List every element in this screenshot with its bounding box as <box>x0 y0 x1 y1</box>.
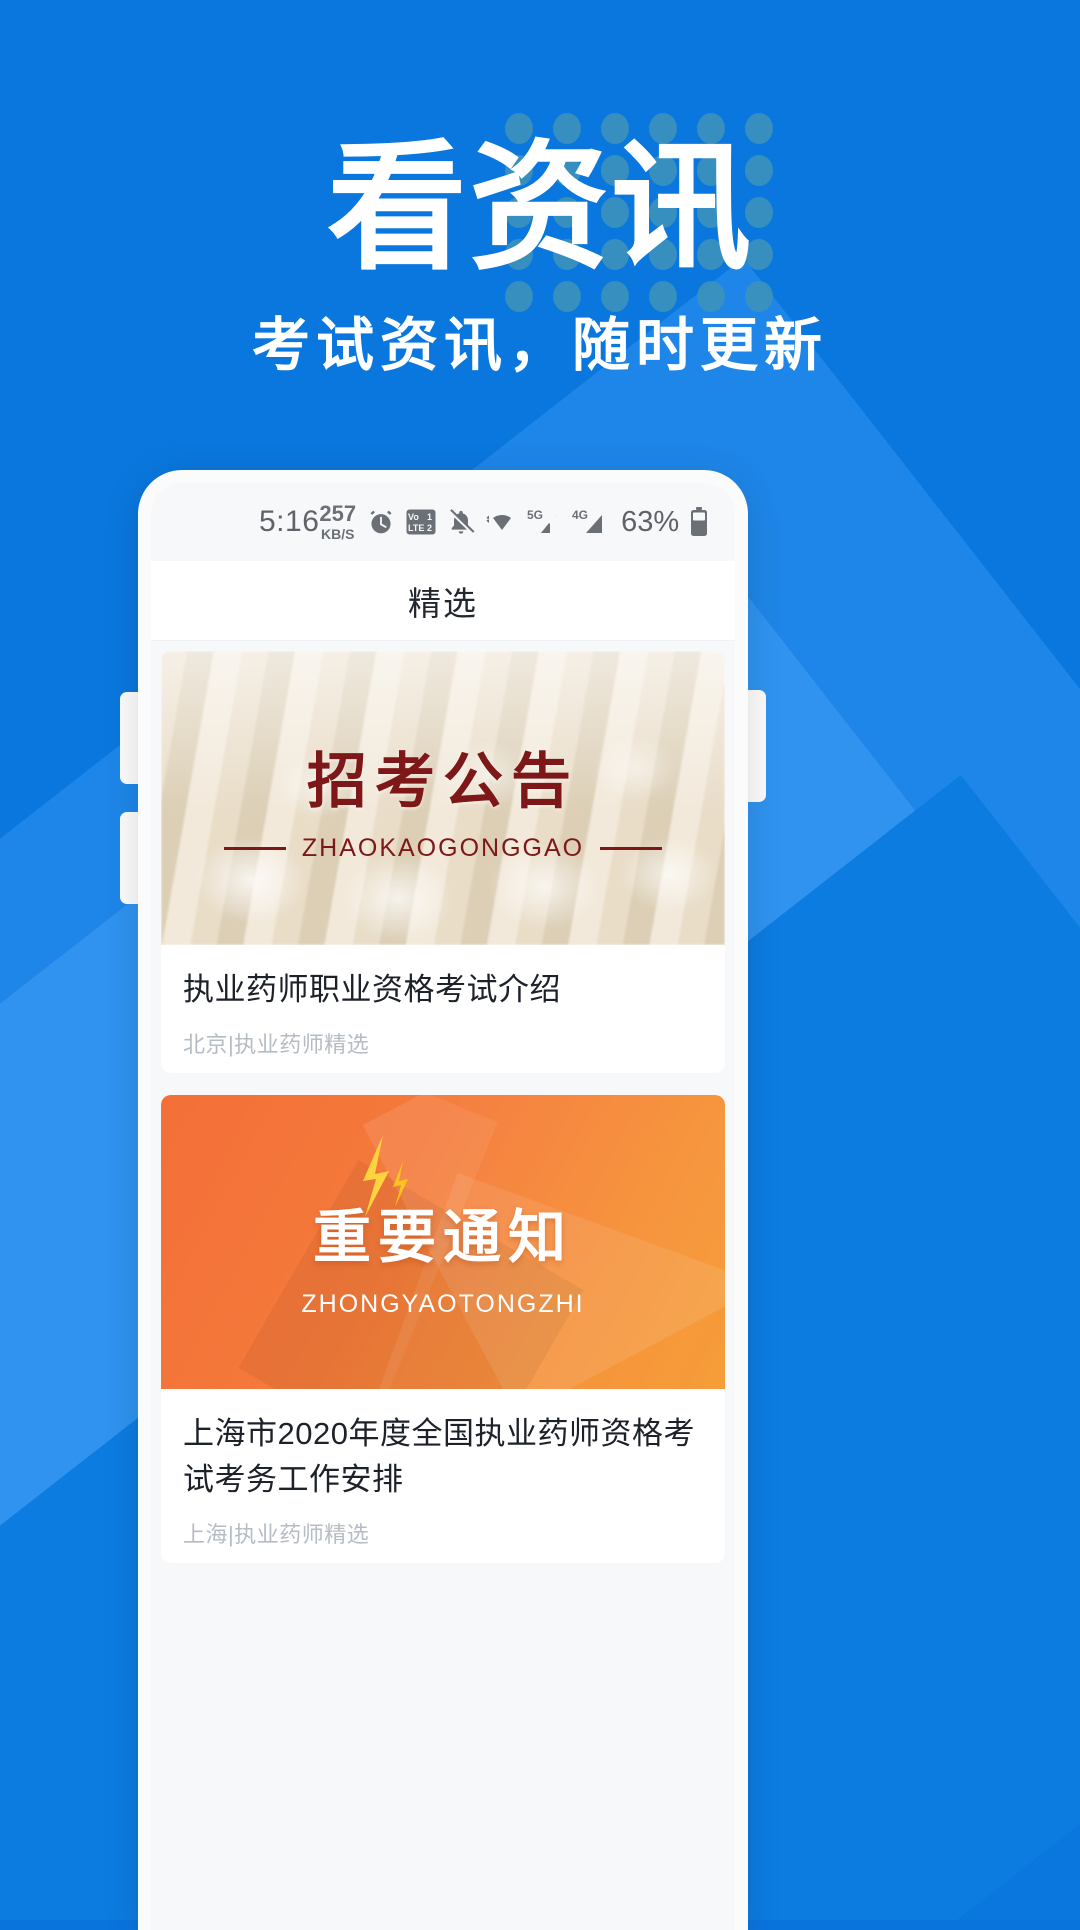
volte-sim-icon: Vo LTE 1 2 <box>406 509 436 535</box>
app-header: 精选 <box>151 561 735 641</box>
svg-text:Vo: Vo <box>408 512 419 522</box>
network-speed-unit: KB/S <box>321 526 355 542</box>
status-bar-icons: 257 KB/S Vo LTE 1 2 5G 4G 63% <box>319 503 708 541</box>
card-meta: 上海|执业药师精选 <box>183 1522 370 1547</box>
promo-subheadline: 考试资讯，随时更新 <box>251 313 828 378</box>
phone-mockup: 5:16 257 KB/S Vo LTE 1 2 5G 4G 63% 精选 招考… <box>138 470 748 1930</box>
list-item[interactable]: 招考公告 ZHAOKAOGONGGAO 执业药师职业资格考试介绍 北京|执业药师… <box>161 651 725 1073</box>
network-speed-indicator: 257 KB/S <box>319 501 357 542</box>
svg-text:2: 2 <box>427 523 432 533</box>
banner-text-block: 重要通知 ZHONGYAOTONGZHI <box>161 1095 725 1389</box>
card-banner-image: 重要通知 ZHONGYAOTONGZHI <box>161 1095 725 1389</box>
banner-pinyin: ZHAOKAOGONGGAO <box>301 834 585 862</box>
banner-text-block: 招考公告 ZHAOKAOGONGGAO <box>161 651 725 945</box>
card-meta: 北京|执业药师精选 <box>183 1032 370 1057</box>
svg-text:4G: 4G <box>572 508 588 522</box>
banner-rule-left <box>223 847 286 850</box>
battery-percent-label: 63% <box>621 505 680 538</box>
status-bar-time: 5:16 <box>259 505 320 538</box>
svg-text:1: 1 <box>427 512 432 522</box>
signal-4g-icon: 4G <box>572 508 606 536</box>
alarm-clock-icon <box>367 508 395 536</box>
battery-icon <box>690 507 708 537</box>
banner-headline: 招考公告 <box>307 748 579 815</box>
svg-text:5G: 5G <box>527 508 543 522</box>
bell-muted-icon <box>447 508 475 536</box>
page-title: 精选 <box>408 584 478 622</box>
card-title[interactable]: 执业药师职业资格考试介绍 <box>183 967 703 1013</box>
banner-rule-right <box>600 847 663 850</box>
card-body: 上海市2020年度全国执业药师资格考试考务工作安排 上海|执业药师精选 <box>161 1389 725 1555</box>
promo-headline: 看资讯 <box>326 129 753 286</box>
banner-pinyin: ZHONGYAOTONGZHI <box>301 1289 585 1318</box>
banner-pinyin-row: ZHAOKAOGONGGAO <box>223 834 663 863</box>
news-feed[interactable]: 招考公告 ZHAOKAOGONGGAO 执业药师职业资格考试介绍 北京|执业药师… <box>151 641 735 1563</box>
list-item[interactable]: 重要通知 ZHONGYAOTONGZHI 上海市2020年度全国执业药师资格考试… <box>161 1095 725 1563</box>
banner-headline: 重要通知 <box>312 1204 573 1270</box>
card-body: 执业药师职业资格考试介绍 北京|执业药师精选 <box>161 945 725 1065</box>
card-banner-image: 招考公告 ZHAOKAOGONGGAO <box>161 651 725 945</box>
card-title[interactable]: 上海市2020年度全国执业药师资格考试考务工作安排 <box>183 1411 703 1503</box>
network-speed-value: 257 <box>319 501 357 526</box>
svg-text:LTE: LTE <box>408 523 424 533</box>
signal-5g-icon: 5G <box>527 508 561 536</box>
status-bar: 5:16 257 KB/S Vo LTE 1 2 5G 4G 63% <box>151 483 735 561</box>
wifi-icon <box>486 509 516 535</box>
